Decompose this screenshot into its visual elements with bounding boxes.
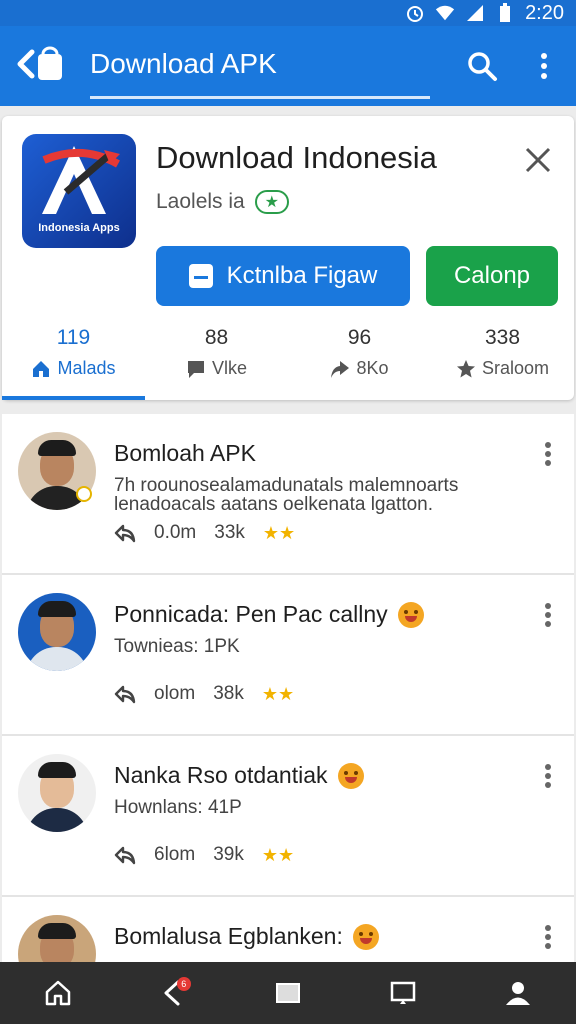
list-item[interactable]: Bomloah APK 7h roounosealamadunatals mal… (2, 414, 574, 575)
post-title-text: Bomlalusa Egblanken: (114, 923, 343, 949)
post-feed: Bomloah APK 7h roounosealamadunatals mal… (2, 414, 574, 974)
app-icon-label: Indonesia Apps (38, 222, 120, 234)
post-subtitle: Hownlans: 41P (114, 797, 242, 818)
page-title: Download APK (90, 48, 277, 79)
home-icon (33, 360, 50, 377)
back-icon[interactable] (16, 46, 66, 82)
post-subtitle: 7h roounosealamadunatals malemnoarts len… (114, 475, 459, 515)
home-icon[interactable] (34, 969, 82, 1017)
post-views: olom (154, 683, 196, 704)
stat-tab-2[interactable]: 88 Vlke (145, 322, 288, 400)
list-item[interactable]: Ponnicada: Pen Pac callny Townieas: 1PK … (2, 575, 574, 736)
post-likes: 33k (214, 522, 245, 543)
stat-label: Sraloom (481, 358, 550, 378)
app-bar: Download APK (0, 26, 576, 106)
avatar[interactable] (18, 593, 96, 671)
status-time: 2:20 (525, 1, 564, 24)
app-card: Indonesia Apps Download Indonesia Laolel… (2, 116, 574, 400)
alarm-icon (405, 4, 425, 22)
stat-tab-4[interactable]: 338 Sraloom (431, 322, 574, 400)
post-title: Bomloah APK (114, 440, 256, 467)
back-icon[interactable]: 6 (149, 969, 197, 1017)
wifi-icon (435, 4, 455, 22)
smile-emoji-icon (352, 923, 379, 950)
stat-label: Vlke (211, 358, 247, 378)
stat-value: 338 (484, 326, 521, 349)
recents-icon[interactable] (264, 969, 312, 1017)
post-likes: 38k (213, 683, 244, 704)
stars-icon: ★★ (261, 844, 295, 865)
search-icon[interactable] (466, 50, 498, 82)
notification-badge: 6 (176, 977, 191, 991)
app-logo-icon (42, 146, 120, 214)
signal-icon (465, 4, 485, 22)
post-likes: 39k (213, 844, 244, 865)
app-icon[interactable]: Indonesia Apps (22, 134, 136, 248)
cast-icon[interactable] (379, 969, 427, 1017)
stat-label: 8Ko (356, 358, 389, 378)
post-title-text: Nanka Rso otdantiak (114, 762, 328, 788)
post-views: 0.0m (154, 522, 197, 543)
post-title: Bomlalusa Egblanken: (114, 923, 379, 950)
smile-emoji-icon (397, 601, 424, 628)
stat-tab-3[interactable]: 96 8Ko (288, 322, 431, 400)
post-title-text: Ponnicada: Pen Pac callny (114, 601, 388, 627)
install-button[interactable]: Kctnlba Figaw (156, 246, 410, 306)
more-vert-icon[interactable] (538, 923, 558, 951)
stars-icon: ★★ (262, 522, 296, 543)
reply-icon[interactable] (114, 523, 136, 543)
stat-value: 96 (347, 326, 372, 349)
download-icon (188, 264, 213, 288)
stat-value: 88 (204, 326, 229, 349)
avatar[interactable] (18, 754, 96, 832)
stat-label: Malads (57, 358, 116, 378)
more-vert-icon[interactable] (538, 601, 558, 629)
post-meta: 0.0m 33k ★★ (114, 522, 295, 544)
reply-icon[interactable] (114, 684, 136, 704)
share-icon (331, 360, 350, 378)
post-views: 6lom (154, 844, 196, 865)
account-icon[interactable] (494, 969, 542, 1017)
star-icon (456, 359, 475, 377)
app-name: Download Indonesia (156, 140, 437, 175)
install-button-label: Kctnlba Figaw (226, 262, 378, 289)
list-item[interactable]: Nanka Rso otdantiak Hownlans: 41P 6lom 3… (2, 736, 574, 897)
open-button-label: Calonp (453, 262, 531, 289)
more-vert-icon[interactable] (538, 440, 558, 468)
stat-value: 119 (56, 326, 91, 349)
post-meta: olom 38k ★★ (114, 683, 294, 705)
post-title-text: Bomloah APK (114, 440, 256, 466)
status-bar: 2:20 (0, 0, 576, 26)
post-subtitle: Townieas: 1PK (114, 636, 240, 657)
smile-emoji-icon (337, 762, 364, 789)
verified-icon: ★ (254, 190, 289, 214)
stars-icon: ★★ (261, 683, 295, 704)
open-button[interactable]: Calonp (426, 246, 558, 306)
close-icon[interactable] (522, 144, 554, 176)
battery-icon (495, 3, 515, 22)
system-nav-bar: 6 (0, 962, 576, 1024)
more-vert-icon[interactable] (532, 50, 556, 82)
stats-tabs: 119 Malads 88 Vlke 96 8Ko 338 Sraloom (2, 322, 574, 400)
post-title: Nanka Rso otdantiak (114, 762, 364, 789)
publisher-row: Laolels ia ★ (156, 190, 289, 214)
comment-icon (187, 360, 204, 378)
publisher-name: Laolels ia (156, 190, 245, 213)
reply-icon[interactable] (114, 845, 136, 865)
more-vert-icon[interactable] (538, 762, 558, 790)
post-meta: 6lom 39k ★★ (114, 844, 294, 866)
post-title: Ponnicada: Pen Pac callny (114, 601, 424, 628)
avatar-badge (76, 486, 92, 502)
stat-tab-1[interactable]: 119 Malads (2, 322, 145, 400)
title-underline (90, 96, 430, 99)
